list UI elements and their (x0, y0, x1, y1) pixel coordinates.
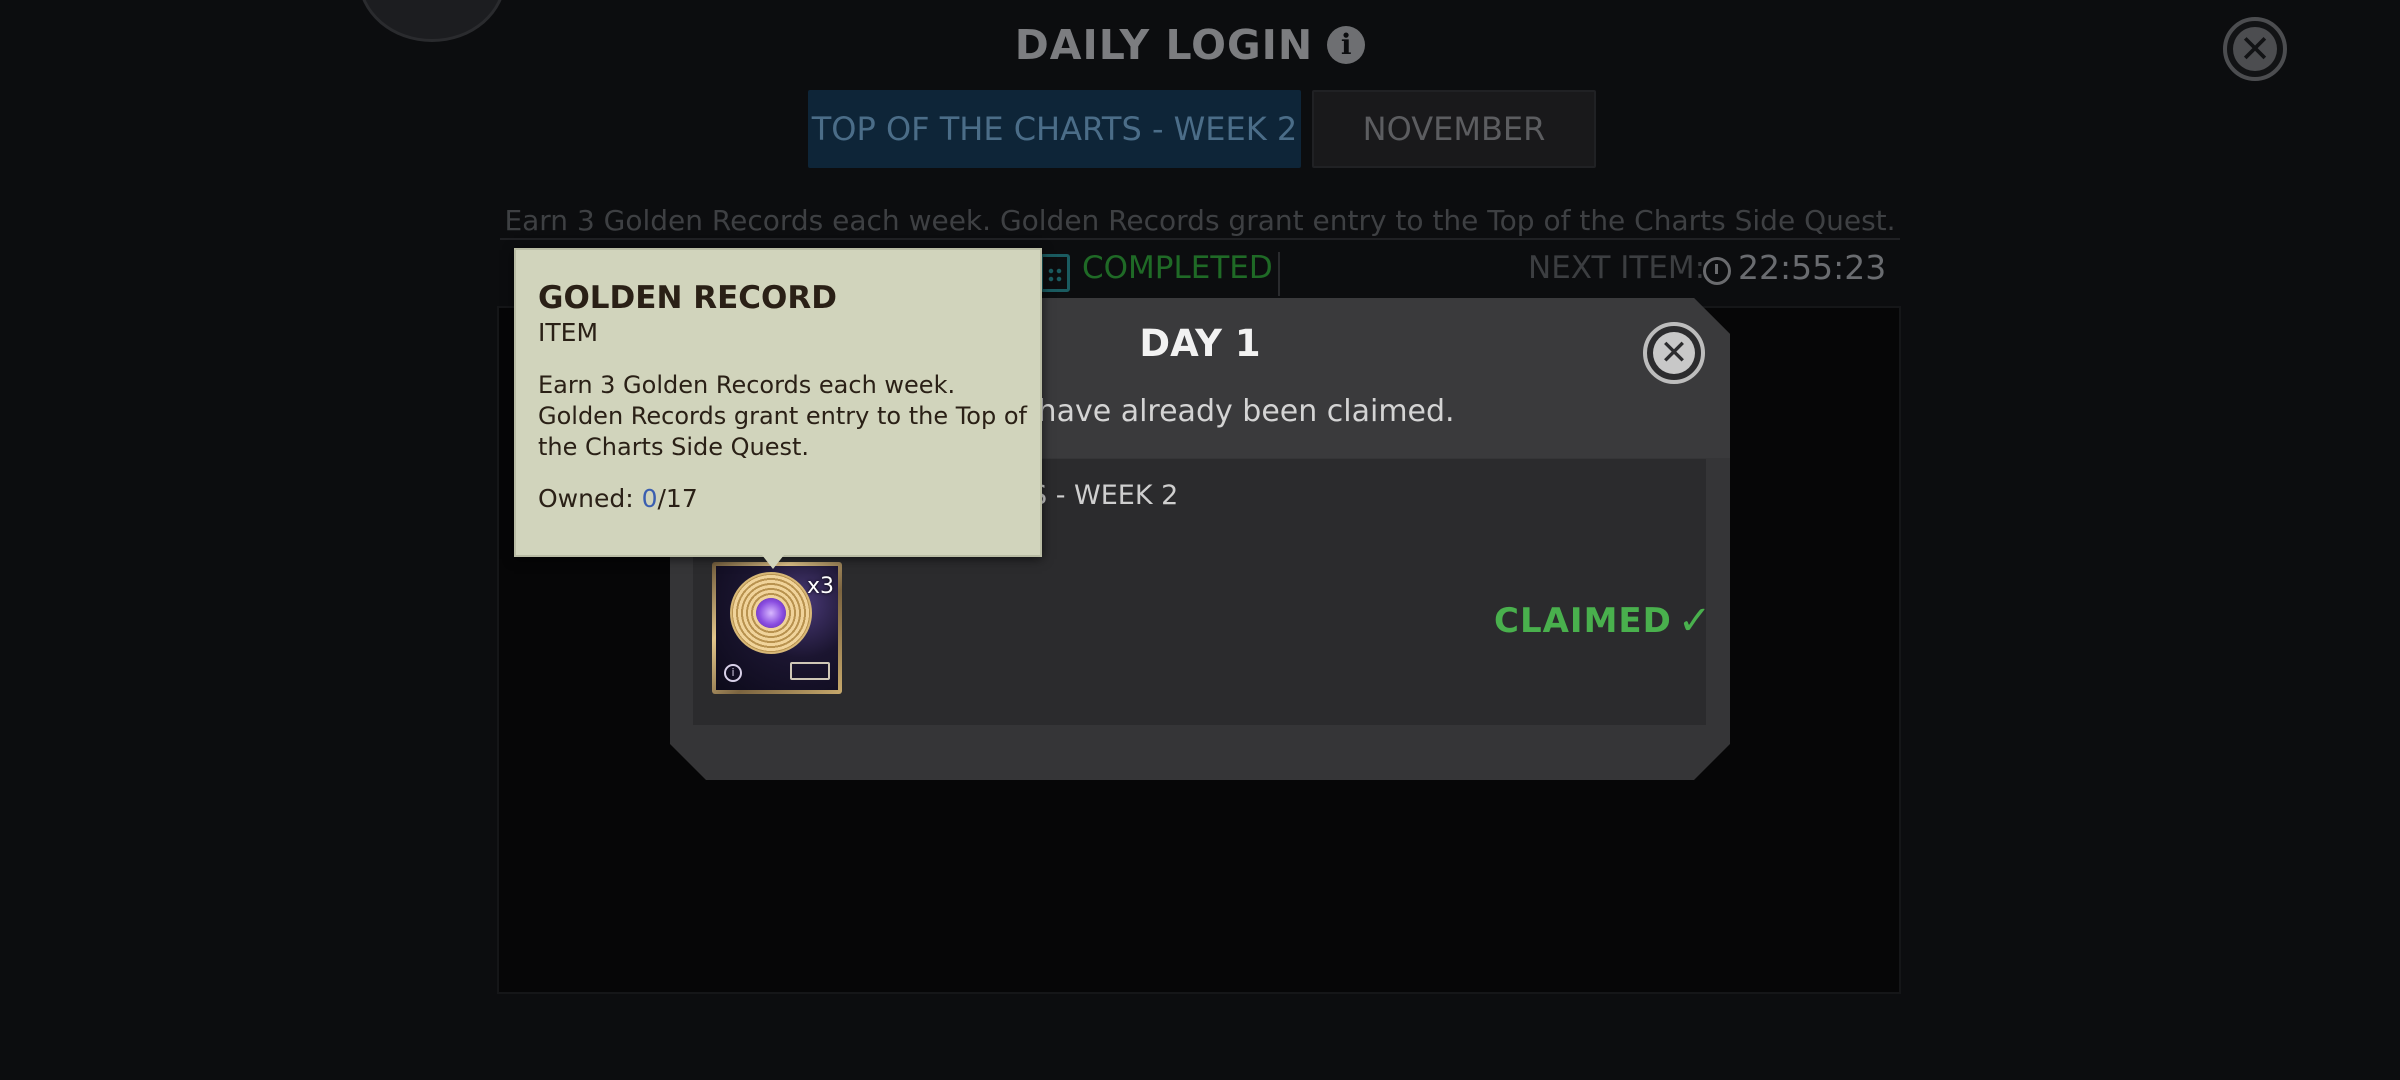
profile-avatar[interactable] (358, 0, 506, 42)
owned-label: Owned: (538, 484, 642, 513)
divider (1278, 252, 1280, 296)
item-artwork: i x3 (716, 566, 838, 690)
owned-count: 0 (641, 484, 658, 513)
tooltip-description: Earn 3 Golden Records each week. Golden … (538, 371, 1027, 461)
tab-november[interactable]: NOVEMBER (1312, 90, 1596, 168)
close-icon: ✕ (2233, 27, 2277, 71)
modal-close-button[interactable]: ✕ (1643, 322, 1705, 384)
page-title: DAILY LOGIN i (1000, 18, 1380, 72)
item-tag-icon (790, 662, 830, 680)
item-info-badge-icon: i (724, 664, 742, 682)
tooltip-owned: Owned: 0/17 (538, 484, 698, 513)
reward-title: S - WEEK 2 (1030, 480, 1179, 511)
tab-top-of-the-charts[interactable]: TOP OF THE CHARTS - WEEK 2 (808, 90, 1301, 168)
timer-icon (1703, 257, 1731, 285)
info-icon[interactable]: i (1327, 26, 1366, 64)
completed-status: COMPLETED (1082, 250, 1273, 286)
golden-record-icon (730, 572, 812, 654)
close-icon: ✕ (1653, 332, 1695, 374)
tooltip-pointer (762, 555, 784, 569)
divider (500, 238, 1900, 240)
golden-record-item[interactable]: i x3 (712, 562, 842, 694)
event-description: Earn 3 Golden Records each week. Golden … (504, 204, 1896, 237)
calendar-icon (1040, 254, 1070, 292)
next-item-timer: 22:55:23 (1738, 248, 1887, 287)
tooltip-title: GOLDEN RECORD (538, 280, 837, 316)
tooltip-item-type: ITEM (538, 318, 599, 347)
page-title-text: DAILY LOGIN (1014, 21, 1314, 69)
record-center (756, 598, 786, 628)
claimed-status: CLAIMED ✓ (1494, 598, 1711, 644)
claimed-label: CLAIMED (1494, 601, 1672, 641)
next-item-label: NEXT ITEM: (1528, 250, 1706, 286)
checkmark-icon: ✓ (1677, 598, 1712, 644)
item-quantity: x3 (806, 574, 834, 599)
owned-total: /17 (657, 484, 698, 513)
close-screen-button[interactable]: ✕ (2223, 17, 2287, 81)
